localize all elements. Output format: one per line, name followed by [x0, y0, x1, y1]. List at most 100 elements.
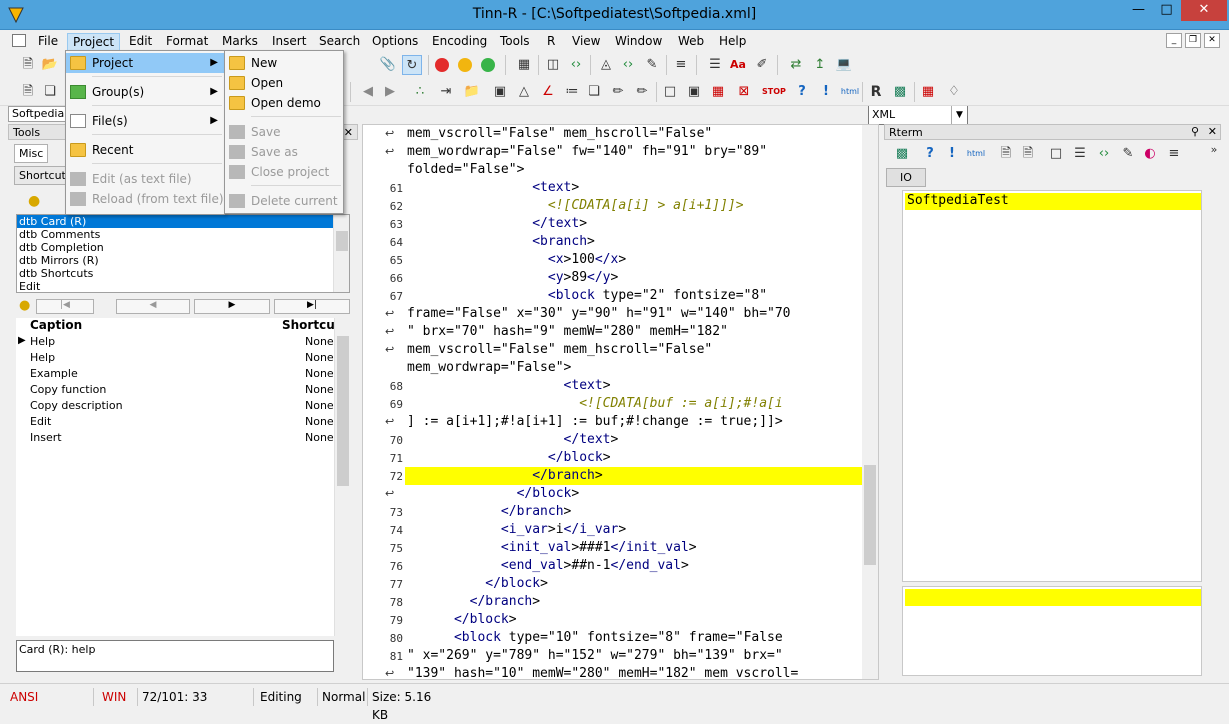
menu-marks[interactable]: Marks — [217, 33, 263, 51]
code-line[interactable]: <block type="2" fontsize="8" — [407, 287, 767, 305]
exclamation-icon[interactable]: ! — [942, 144, 962, 164]
shuffle-icon[interactable]: ⇄ — [786, 55, 806, 75]
table-icon[interactable]: ▦ — [514, 55, 534, 75]
table-row[interactable]: Help None — [30, 350, 334, 366]
pen-icon[interactable]: ✏ — [608, 82, 628, 102]
arrow-left-icon[interactable]: ◀ — [358, 82, 378, 102]
arrow-right-icon[interactable]: ▶ — [380, 82, 400, 102]
menu-item-groups[interactable]: Group(s) ▶ — [66, 82, 224, 102]
code-line[interactable]: <branch> — [407, 233, 595, 251]
grid-icon[interactable]: ▦ — [708, 82, 728, 102]
code-line[interactable]: <init_val>###1</init_val> — [407, 539, 697, 557]
menu-item-delete-current[interactable]: Delete current — [225, 191, 343, 211]
menu-item-save[interactable]: Save — [225, 122, 343, 142]
prev-icon[interactable]: ◀ — [116, 299, 190, 314]
table-row[interactable]: Edit None — [30, 414, 334, 430]
first-icon[interactable]: |◀ — [36, 299, 94, 314]
maximize-icon[interactable]: □ — [1153, 0, 1180, 21]
menu-r[interactable]: R — [542, 33, 560, 51]
code-line[interactable]: <text> — [407, 179, 579, 197]
monitor-icon[interactable]: 💻 — [834, 55, 854, 75]
font-case-icon[interactable]: Aa — [728, 55, 748, 75]
code-line[interactable]: folded="False"> — [407, 161, 524, 179]
minimize-icon[interactable]: — — [1125, 0, 1152, 21]
clean-icon[interactable]: ♢ — [944, 82, 964, 102]
status-eol[interactable]: WIN — [98, 688, 138, 706]
menu-edit[interactable]: Edit — [124, 33, 157, 51]
code-line[interactable]: frame="False" x="30" y="90" h="91" w="14… — [407, 305, 791, 323]
list-item[interactable]: dtb Mirrors (R) — [17, 254, 349, 267]
window-icon[interactable]: □ — [660, 82, 680, 102]
table-row[interactable]: Copy function None — [30, 382, 334, 398]
status-encoding[interactable]: ANSI — [6, 688, 94, 706]
tab-io[interactable]: IO — [886, 168, 926, 187]
folder-icon[interactable]: 📁 — [462, 82, 482, 102]
groups-list[interactable]: dtb Card (R) dtb Comments dtb Completion… — [16, 214, 350, 293]
list-item[interactable]: Edit — [17, 280, 349, 293]
menu-help[interactable]: Help — [714, 33, 751, 51]
chevron-down-icon[interactable]: ▼ — [951, 106, 967, 124]
stop-icon[interactable]: STOP — [762, 82, 786, 102]
question-icon[interactable]: ? — [792, 82, 812, 102]
menu-item-reload[interactable]: Reload (from text file) — [66, 189, 224, 209]
list-item[interactable]: dtb Shortcuts — [17, 267, 349, 280]
code-line[interactable]: <i_var>i</i_var> — [407, 521, 626, 539]
code-editor[interactable]: ↩ ↩ 61 62 63 64 65 66 67 ↩ ↩ ↩ 68 69 ↩ 70 71 72 ↩ 73 74 75 76 7… — [362, 124, 879, 680]
blocks-icon[interactable]: ▣ — [490, 82, 510, 102]
code-line[interactable]: " x="269" y="789" h="152" w="279" bh="13… — [407, 647, 783, 665]
code-line[interactable]: <block type="10" fontsize="8" frame="Fal… — [407, 629, 783, 647]
chevron-more-icon[interactable]: » — [1204, 140, 1224, 160]
code-line[interactable]: mem_vscroll="False" mem_hscroll="False" — [407, 341, 712, 359]
code-line[interactable]: </block> — [407, 485, 580, 503]
window-icon[interactable]: □ — [1046, 144, 1066, 164]
code-tags-icon[interactable]: ‹› — [1094, 144, 1114, 164]
document-icon[interactable] — [12, 34, 26, 47]
lines-icon[interactable]: ≔ — [562, 82, 582, 102]
syntax-select[interactable]: XML ▼ — [868, 105, 968, 125]
open-file-icon[interactable]: 📂 — [40, 55, 60, 75]
menu-item-project[interactable]: Project ▶ — [66, 53, 224, 73]
new-file-icon[interactable]: 🗎 — [18, 55, 38, 75]
table-row[interactable]: Copy description None — [30, 398, 334, 414]
menu-window[interactable]: Window — [610, 33, 667, 51]
scrollbar[interactable] — [333, 215, 349, 292]
scrollbar[interactable] — [862, 125, 878, 679]
table-row[interactable]: Help None — [30, 334, 334, 350]
list-icon[interactable]: ☰ — [705, 55, 725, 75]
table-row[interactable]: Insert None — [30, 430, 334, 446]
code-line[interactable]: </branch> — [407, 503, 571, 521]
code-line[interactable]: <text> — [407, 377, 611, 395]
yellow-circle-icon[interactable] — [458, 58, 472, 72]
code-line[interactable]: <![CDATA[buf := a[i];#!a[i — [407, 395, 783, 413]
code-tags-icon[interactable]: ‹› — [566, 55, 586, 75]
code-line[interactable]: </block> — [407, 449, 611, 467]
close-icon[interactable]: ✕ — [344, 125, 353, 141]
html-icon[interactable]: html — [966, 144, 986, 164]
chart-icon[interactable]: ∠ — [538, 82, 558, 102]
menu-encoding[interactable]: Encoding — [427, 33, 492, 51]
menu-item-files[interactable]: File(s) ▶ — [66, 111, 224, 131]
code-line[interactable]: mem_vscroll="False" mem_hscroll="False" — [407, 125, 712, 143]
question-icon[interactable]: ? — [920, 144, 940, 164]
r-icon[interactable]: R — [866, 82, 886, 102]
code-line[interactable]: </block> — [407, 611, 517, 629]
gift-icon[interactable]: ▦ — [918, 82, 938, 102]
layers-icon[interactable]: ❏ — [584, 82, 604, 102]
branch-icon[interactable]: ↥ — [810, 55, 830, 75]
tree-icon[interactable]: ∴ — [410, 82, 430, 102]
next-icon[interactable]: ▶ — [194, 299, 270, 314]
list-item[interactable]: dtb Completion — [17, 241, 349, 254]
rterm-output[interactable]: SoftpediaTest — [902, 190, 1202, 582]
menu-tools[interactable]: Tools — [495, 33, 535, 51]
mdi-close-icon[interactable]: ✕ — [1204, 33, 1220, 48]
close-icon[interactable]: ✕ — [1181, 0, 1227, 21]
code-line[interactable]: <y>89</y> — [407, 269, 618, 287]
copy-icon[interactable]: ❏ — [40, 82, 60, 102]
lightbulb-icon[interactable]: ● — [28, 193, 40, 209]
menu-search[interactable]: Search — [314, 33, 365, 51]
input-line[interactable] — [905, 589, 1201, 606]
scrollbar[interactable] — [334, 318, 350, 636]
doc-icon[interactable]: 🗎 — [1018, 144, 1038, 164]
menu-item-save-as[interactable]: Save as — [225, 142, 343, 162]
menu-web[interactable]: Web — [673, 33, 709, 51]
